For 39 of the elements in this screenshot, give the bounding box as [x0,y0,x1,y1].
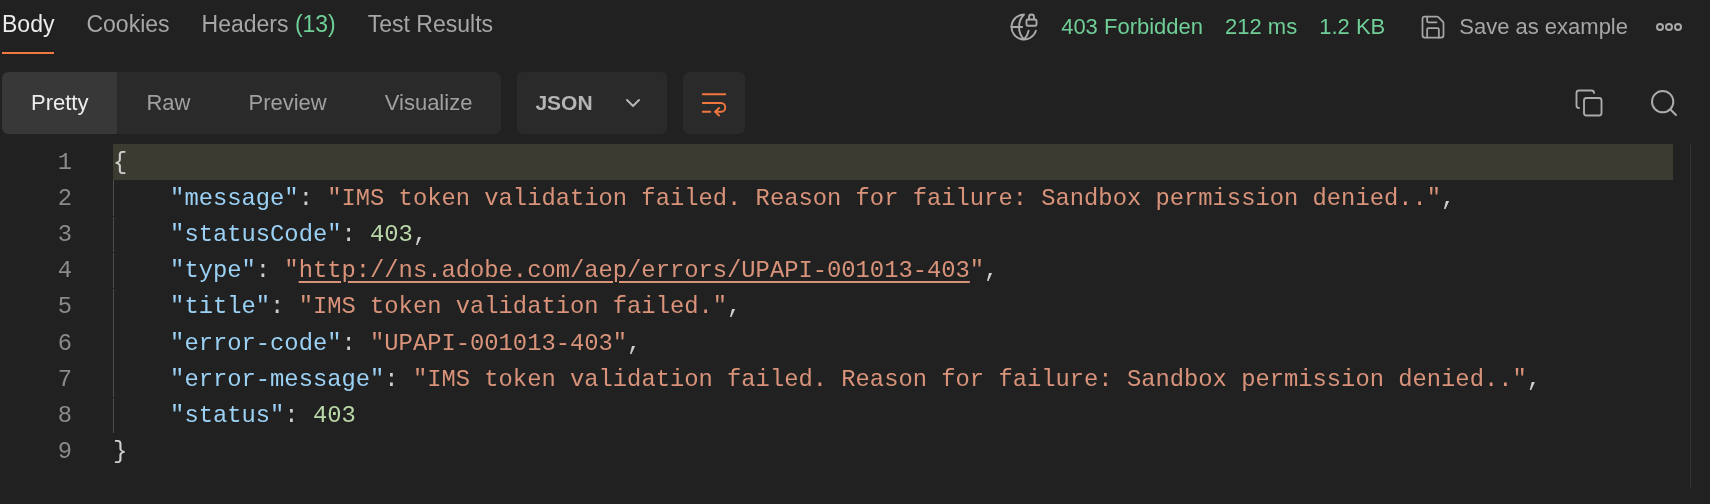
response-tab[interactable]: Headers (13) [201,0,336,54]
view-mode-tab[interactable]: Raw [117,72,220,134]
line-number: 6 [56,329,72,357]
response-tab[interactable]: Body [2,0,55,54]
format-dropdown[interactable]: JSON [517,72,667,134]
code-line: "message": "IMS token validation failed. Reason for failure: Sandbox permission denied..", [113,180,1673,217]
code-line: "error-message": "IMS token validation failed. Reason for failure: Sandbox permission denied..", [113,361,1673,397]
line-number: 5 [56,293,72,321]
save-as-example-button[interactable]: Save as example [1419,13,1628,41]
code-line: "status": 403 [113,397,1673,434]
line-number: 3 [56,220,72,248]
copy-icon [1574,88,1604,118]
view-mode-tab[interactable]: Preview [219,72,356,134]
response-time-text: 212 ms [1225,14,1298,40]
line-number: 4 [56,257,72,285]
line-number: 1 [56,148,72,176]
line-number: 8 [56,401,72,429]
code-line: "title": "IMS token validation failed.", [113,289,1673,325]
copy-button[interactable] [1574,88,1604,118]
more-options-button[interactable] [1656,23,1682,31]
wrap-lines-button[interactable] [682,72,745,134]
code-line: "error-code": "UPAPI-001013-403", [113,325,1673,361]
code-line: "type": "http://ns.adobe.com/aep/errors/UPAPI-001013-403", [113,252,1673,289]
line-number: 2 [56,184,72,212]
line-number: 7 [56,365,72,393]
code-line: "statusCode": 403, [113,216,1673,253]
search-icon [1648,87,1680,119]
status-code-text: 403 Forbidden [1061,14,1204,40]
url-link[interactable]: http://ns.adobe.com/aep/errors/UPAPI-001013-403 [298,257,970,285]
response-tab[interactable]: Cookies [86,0,170,54]
response-size-text: 1.2 KB [1319,14,1386,40]
code-line: } [113,437,129,468]
view-mode-tab[interactable]: Visualize [355,72,502,134]
ellipsis-icon [1656,23,1682,31]
globe-lock-icon [1009,12,1040,42]
search-button[interactable] [1648,87,1680,119]
view-mode-tab[interactable]: Pretty [2,72,118,134]
response-tab[interactable]: Test Results [367,0,494,54]
line-number: 9 [56,438,72,466]
